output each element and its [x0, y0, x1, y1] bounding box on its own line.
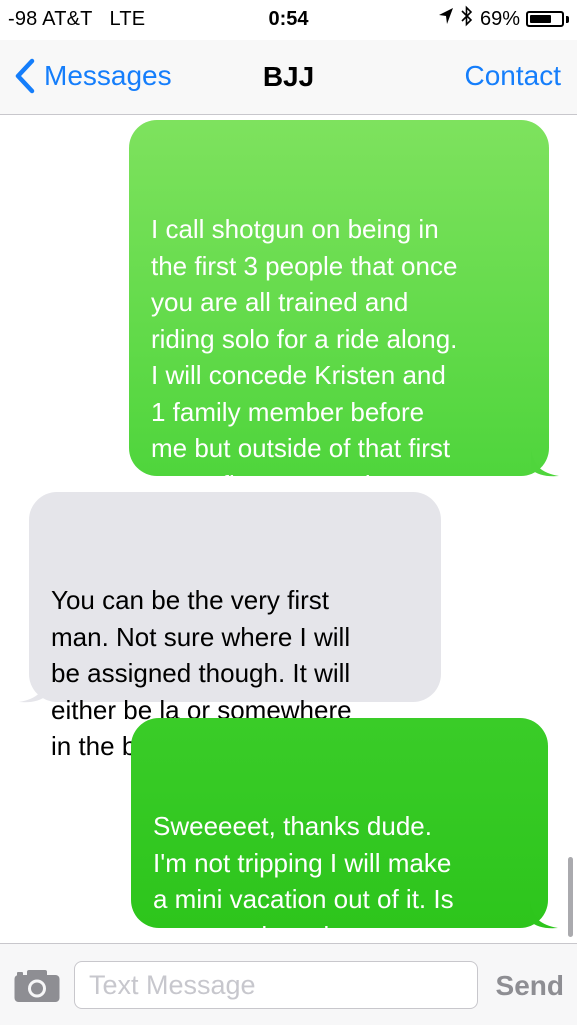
scroll-indicator[interactable] — [568, 857, 573, 937]
message-text: I call shotgun on being in the first 3 p… — [151, 214, 458, 536]
send-button[interactable]: Send — [496, 970, 564, 1002]
message-text-field[interactable] — [74, 961, 478, 1009]
contact-button[interactable]: Contact — [465, 60, 562, 92]
battery-fill — [530, 15, 551, 23]
message-bubble-sent[interactable]: I call shotgun on being in the first 3 p… — [129, 120, 559, 536]
message-text: Sweeeeet, thanks dude. I'm not tripping … — [153, 811, 454, 943]
bubble-tail — [531, 449, 559, 477]
conversation-thread[interactable]: I call shotgun on being in the first 3 p… — [0, 115, 577, 943]
message-input-bar: Send — [0, 943, 577, 1025]
camera-button[interactable] — [13, 968, 61, 1009]
status-indicators: 69% — [438, 5, 569, 33]
bubble-tail — [530, 901, 558, 929]
nav-bar: Messages BJJ Contact — [0, 40, 577, 115]
battery-tip — [566, 15, 569, 23]
battery-icon — [526, 11, 564, 27]
bluetooth-icon — [460, 5, 474, 33]
status-bar: -98 AT&T LTE 0:54 69% — [0, 0, 577, 40]
bubble-tail — [19, 675, 47, 703]
message-bubble-sent[interactable]: Sweeeeet, thanks dude. I'm not tripping … — [131, 718, 558, 943]
location-arrow-icon — [438, 7, 454, 31]
battery-percent: 69% — [479, 7, 520, 30]
camera-icon — [14, 970, 60, 1002]
message-bubble-received[interactable]: You can be the very first man. Not sure … — [19, 492, 441, 761]
